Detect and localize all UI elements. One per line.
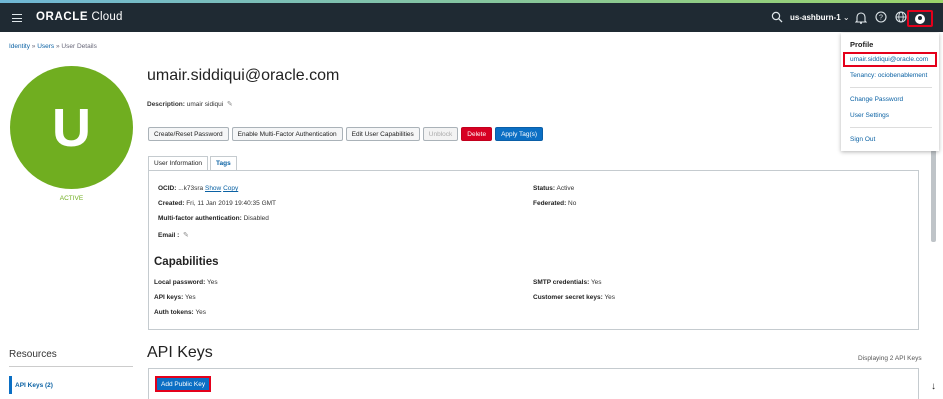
profile-menu-title: Profile <box>850 40 874 49</box>
detail-tabs: User Information Tags <box>148 156 237 171</box>
help-icon[interactable]: ? <box>875 11 887 26</box>
profile-menu-divider <box>850 127 932 128</box>
search-icon[interactable] <box>771 11 783 26</box>
resource-item-api-keys[interactable]: API Keys (2) <box>9 376 133 394</box>
created-row: Created: Fri, 11 Jan 2019 19:40:35 GMT <box>158 200 277 207</box>
description-value: umair sidiqui <box>186 101 224 108</box>
profile-menu-user-settings[interactable]: User Settings <box>850 112 889 119</box>
auth-tokens-row: Auth tokens: Yes <box>154 309 207 316</box>
smtp-credentials-row: SMTP credentials: Yes <box>533 279 602 286</box>
page-title: umair.siddiqui@oracle.com <box>147 67 340 84</box>
email-row: Email : ✎ <box>158 232 189 239</box>
user-avatar: U <box>10 66 133 189</box>
resources-heading: Resources <box>9 349 57 360</box>
edit-user-capabilities-button[interactable]: Edit User Capabilities <box>345 127 420 141</box>
local-password-row: Local password: Yes <box>154 279 218 286</box>
delete-button[interactable]: Delete <box>461 127 493 141</box>
add-public-key-button[interactable]: Add Public Key <box>155 376 212 392</box>
profile-menu: Profile umair.siddiqui@oracle.com Tenanc… <box>841 33 939 151</box>
unblock-button[interactable]: Unblock <box>422 127 459 141</box>
breadcrumb-identity[interactable]: Identity <box>9 43 30 50</box>
chevron-down-icon: ⌄ <box>842 13 850 22</box>
profile-menu-sign-out[interactable]: Sign Out <box>850 136 875 143</box>
profile-menu-email[interactable]: umair.siddiqui@oracle.com <box>843 52 937 67</box>
status-row: Status: Active <box>533 185 575 192</box>
profile-button[interactable] <box>907 10 933 27</box>
page-scrollbar[interactable] <box>931 150 936 242</box>
breadcrumb: Identity » Users » User Details <box>9 43 97 50</box>
menu-icon[interactable] <box>12 14 22 22</box>
resize-arrow-icon: ↓ <box>931 381 936 392</box>
mfa-row: Multi-factor authentication: Disabled <box>158 215 269 222</box>
user-status-label: ACTIVE <box>59 195 84 202</box>
user-information-panel <box>148 170 919 330</box>
top-navigation-bar: ORACLE Cloud us-ashburn-1 ⌄ ? <box>0 3 943 32</box>
ocid-value: ...k73sra <box>178 185 204 192</box>
edit-description-icon[interactable]: ✎ <box>227 101 233 108</box>
profile-icon <box>915 13 925 24</box>
api-keys-heading: API Keys <box>147 344 213 361</box>
federated-row: Federated: No <box>533 200 577 207</box>
profile-menu-change-password[interactable]: Change Password <box>850 96 903 103</box>
action-button-row: Create/Reset Password Enable Multi-Facto… <box>148 127 544 141</box>
region-selector[interactable]: us-ashburn-1 ⌄ <box>790 13 850 22</box>
edit-email-icon[interactable]: ✎ <box>183 232 189 239</box>
capabilities-heading: Capabilities <box>154 256 219 268</box>
enable-mfa-button[interactable]: Enable Multi-Factor Authentication <box>231 127 343 141</box>
tab-tags[interactable]: Tags <box>210 156 237 171</box>
profile-menu-tenancy[interactable]: Tenancy: ociobenablement <box>850 72 927 79</box>
globe-icon[interactable] <box>895 11 907 26</box>
oracle-cloud-logo[interactable]: ORACLE Cloud <box>36 11 123 23</box>
profile-menu-divider <box>850 87 932 88</box>
api-keys-panel <box>148 368 919 399</box>
breadcrumb-current: User Details <box>61 43 97 50</box>
ocid-copy-link[interactable]: Copy <box>223 185 238 192</box>
tab-user-information[interactable]: User Information <box>148 156 209 171</box>
api-keys-count: Displaying 2 API Keys <box>858 355 922 362</box>
customer-secret-keys-row: Customer secret keys: Yes <box>533 294 616 301</box>
bell-icon[interactable] <box>854 11 868 27</box>
breadcrumb-users[interactable]: Users <box>37 43 54 50</box>
apply-tags-button[interactable]: Apply Tag(s) <box>495 127 544 141</box>
description-row: Description: umair sidiqui ✎ <box>147 101 233 108</box>
create-reset-password-button[interactable]: Create/Reset Password <box>148 127 229 141</box>
api-keys-capability-row: API keys: Yes <box>154 294 196 301</box>
ocid-row: OCID: ...k73sra Show Copy <box>158 185 239 192</box>
svg-text:?: ? <box>879 15 883 22</box>
ocid-show-link[interactable]: Show <box>205 185 221 192</box>
resources-divider <box>9 366 133 367</box>
